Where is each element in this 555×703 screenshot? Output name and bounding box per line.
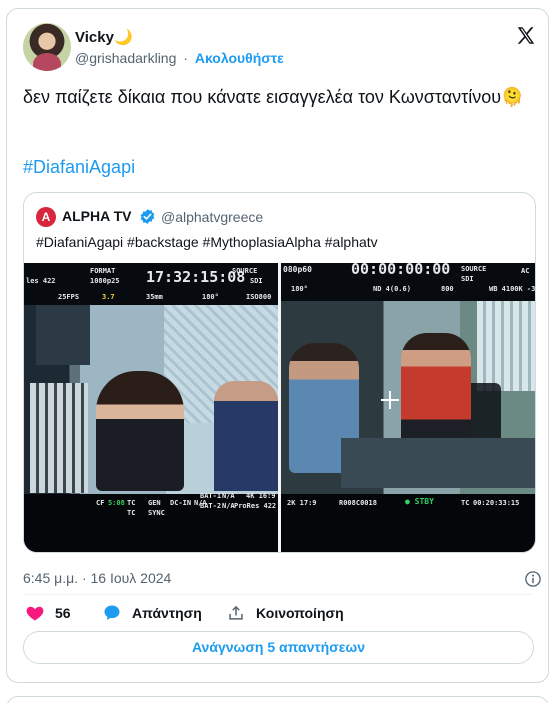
scene-actor-red: [401, 333, 471, 453]
follow-button[interactable]: Ακολουθήστε: [195, 50, 284, 66]
like-button[interactable]: 56: [25, 602, 71, 624]
reply-button[interactable]: Απάντηση: [102, 602, 202, 624]
hud-right-wb: WB 4100K -30: [489, 285, 536, 293]
hud-right-status: ● STBY: [405, 497, 434, 506]
author-name-text[interactable]: Vicky: [75, 29, 114, 46]
hud-tc-label: TC: [127, 499, 136, 507]
reply-label: Απάντηση: [132, 605, 202, 621]
media-right-frame: 080p60 00:00:00:00 SOURCE SDI AC 180° ND…: [281, 263, 536, 552]
hud-right-source-value: SDI: [461, 275, 474, 283]
hud-source-label: SOURCE: [232, 267, 258, 275]
hud-bat2-value: N/A: [222, 502, 235, 510]
x-logo-icon[interactable]: [515, 25, 537, 47]
hud-res-prefix: les 422: [26, 277, 56, 285]
read-replies-button[interactable]: Ανάγνωση 5 απαντήσεων: [23, 631, 534, 664]
hud-tc-label-2: TC: [127, 509, 136, 517]
media-image[interactable]: FORMAT les 422 1080p25 17:32:15:08 SOURC…: [24, 263, 536, 552]
hud-codec: ProRes 422 HQ: [234, 502, 278, 510]
tweet-card: Vicky🌙 @grishadarkling · Ακολουθήστε δεν…: [6, 8, 549, 683]
hud-right-clip: R008C0018: [339, 499, 377, 507]
hashtag-link[interactable]: #DiafaniAgapi: [23, 157, 135, 178]
hud-iris: 3.7: [102, 293, 115, 301]
share-button[interactable]: Κοινοποίηση: [226, 602, 344, 624]
quoted-text: #DiafaniAgapi #backstage #MythoplasiaAlp…: [36, 234, 378, 250]
author-name[interactable]: Vicky🌙: [75, 28, 133, 46]
like-count: 56: [55, 605, 71, 621]
author-handle-row: @grishadarkling · Ακολουθήστε: [75, 50, 284, 66]
hud-source-value: SDI: [250, 277, 263, 285]
tweet-text: δεν παίζετε δίκαια που κάνατε εισαγγελέα…: [23, 87, 524, 107]
hud-right-ac: AC: [521, 267, 530, 275]
quoted-tweet[interactable]: A ALPHA TV @alphatvgreece #DiafaniAgapi …: [23, 192, 536, 553]
hud-right-angle: 180°: [291, 285, 308, 293]
hud-bat1-label: BAT-1: [200, 492, 222, 500]
hud-right-res: 2K 17:9: [287, 499, 317, 507]
divider-line: [23, 594, 533, 595]
hud-gen-label: GEN: [148, 499, 161, 507]
hud-right-status-text: STBY: [414, 497, 434, 506]
separator-dot: ·: [183, 50, 188, 66]
hud-cf-value: 5:08: [108, 499, 125, 507]
hud-format-label: FORMAT: [90, 267, 116, 275]
quoted-avatar[interactable]: A: [36, 207, 56, 227]
heart-icon: [26, 606, 44, 621]
hud-cf: CF: [96, 499, 105, 507]
verified-badge-icon: [140, 209, 155, 224]
hud-format-value: 1080p25: [90, 277, 120, 285]
quoted-author-handle[interactable]: @alphatvgreece: [161, 209, 263, 225]
author-handle[interactable]: @grishadarkling: [75, 50, 176, 66]
tweet-timestamp[interactable]: 6:45 μ.μ. · 16 Ιουλ 2024: [23, 570, 171, 586]
hud-right-tc2-label: TC: [461, 499, 470, 507]
info-icon[interactable]: [524, 570, 542, 588]
hud-sync-label: SYNC: [148, 509, 165, 517]
scene-actress: [96, 371, 184, 491]
scene-actor: [214, 381, 278, 491]
hud-right-tc2: 00:20:33:15: [473, 499, 520, 507]
author-avatar[interactable]: [23, 23, 71, 71]
media-left-frame: FORMAT les 422 1080p25 17:32:15:08 SOURC…: [24, 263, 278, 552]
hud-bat2-label: BAT-2: [200, 502, 222, 510]
speech-bubble-icon: [104, 605, 120, 621]
hud-iso: ISO800: [246, 293, 272, 301]
hud-dcin-label: DC-IN: [170, 499, 192, 507]
hud-angle: 180°: [202, 293, 219, 301]
hud-right-format: 080p60: [283, 265, 312, 274]
hud-bat1-value: N/A: [222, 492, 235, 500]
share-label: Κοινοποίηση: [256, 605, 344, 621]
hud-timecode: 17:32:15:08: [146, 268, 246, 286]
scene-table: [341, 438, 535, 488]
crosshair-icon: [381, 391, 399, 409]
hud-aspect: 4K 16:9: [246, 492, 276, 500]
hud-right-iso: 800: [441, 285, 454, 293]
share-upload-icon: [229, 605, 243, 620]
hud-focal: 35mm: [146, 293, 163, 301]
scene-shelves: [30, 383, 88, 493]
scene-window: [477, 301, 535, 391]
hud-right-timecode: 00:00:00:00: [351, 263, 451, 278]
next-card: [6, 696, 549, 703]
hud-right-nd: ND 4(0.6): [373, 285, 411, 293]
scene-monitor: [36, 305, 90, 365]
quoted-author-name[interactable]: ALPHA TV: [62, 208, 131, 224]
hud-fps: 25FPS: [58, 293, 80, 301]
author-name-suffix: 🌙: [113, 29, 133, 46]
hud-right-source-label: SOURCE: [461, 265, 487, 273]
